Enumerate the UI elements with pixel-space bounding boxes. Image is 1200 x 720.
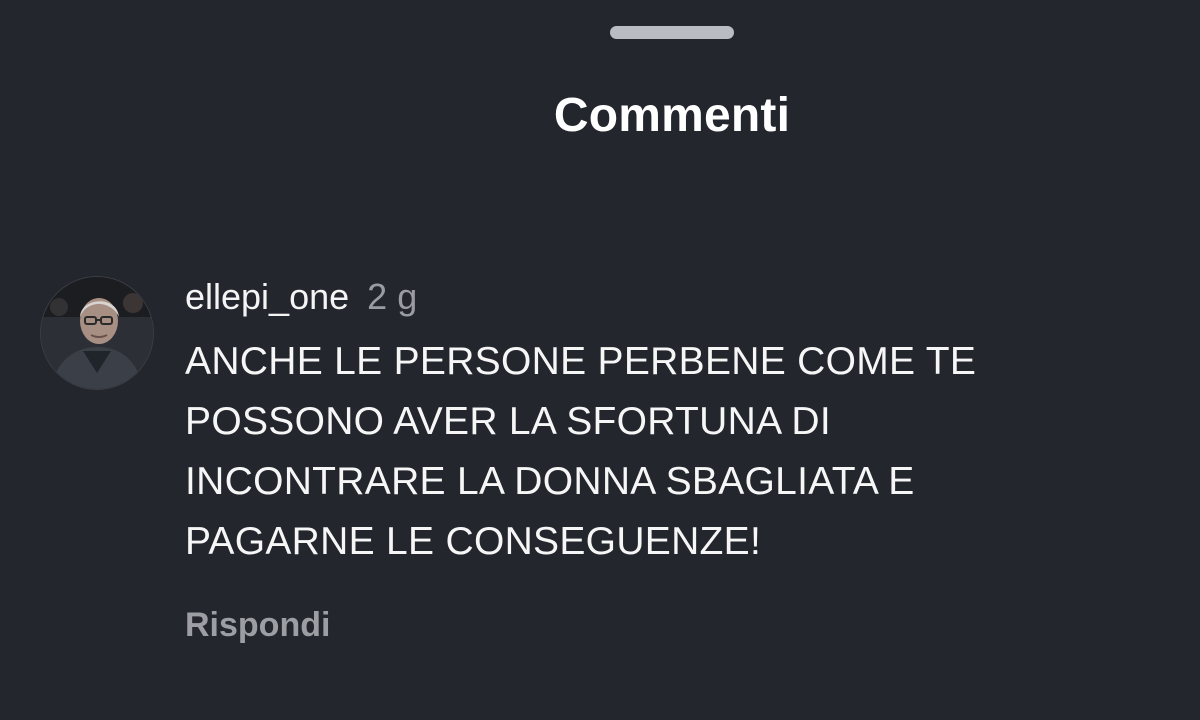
comment-text-line: POSSONO AVER LA SFORTUNA DI	[185, 400, 832, 443]
comment-username[interactable]: ellepi_one	[185, 276, 349, 317]
sheet-title: Commenti	[553, 89, 791, 142]
comment-text: ANCHE LE PERSONE PERBENE COME TE POSSONO…	[185, 332, 1165, 572]
comment-text-line: INCONTRARE LA DONNA SBAGLIATA E	[185, 460, 915, 503]
user-photo-avatar-icon	[41, 277, 153, 389]
comment-text-line: ANCHE LE PERSONE PERBENE COME TE	[185, 340, 977, 383]
reply-button[interactable]: Rispondi	[185, 606, 330, 645]
sheet-grab-handle[interactable]	[610, 26, 734, 39]
comment-text-line: PAGARNE LE CONSEGUENZE!	[185, 520, 762, 563]
comments-sheet: Commenti ellepi_one 2 g ANCHE LE PERSONE…	[0, 0, 1200, 720]
comment-meta: ellepi_one 2 g	[185, 272, 1165, 322]
user-avatar[interactable]	[40, 276, 154, 390]
comment-body: ellepi_one 2 g ANCHE LE PERSONE PERBENE …	[185, 272, 1165, 645]
comment-timestamp: 2 g	[367, 276, 418, 317]
